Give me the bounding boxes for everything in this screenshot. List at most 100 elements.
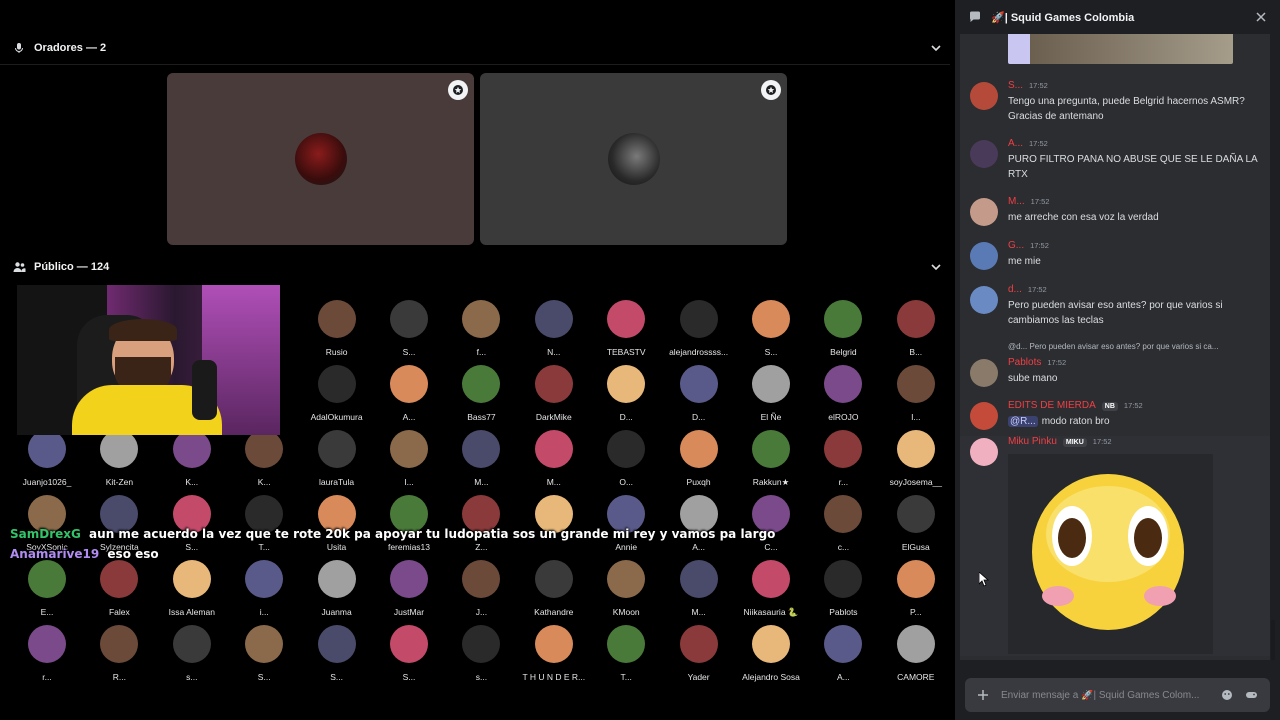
- audience-member[interactable]: KMoon: [590, 560, 662, 625]
- plus-icon[interactable]: [977, 689, 989, 701]
- chevron-down-icon[interactable]: [929, 260, 943, 274]
- audience-member[interactable]: R...: [83, 625, 155, 690]
- audience-member[interactable]: Rusio: [301, 300, 373, 365]
- audience-member[interactable]: f...: [445, 300, 517, 365]
- avatar: [679, 365, 718, 403]
- chat-message[interactable]: Miku Pinku MIKU 17:52: [960, 436, 1270, 656]
- chat-username[interactable]: d...: [1008, 284, 1022, 295]
- audience-member[interactable]: i...: [228, 560, 300, 625]
- audience-member[interactable]: M...: [518, 430, 590, 495]
- audience-member[interactable]: JustMar: [373, 560, 445, 625]
- chat-username[interactable]: Pablots: [1008, 357, 1041, 368]
- audience-member[interactable]: Falex: [83, 560, 155, 625]
- audience-member[interactable]: Juanjo1026_: [11, 430, 83, 495]
- audience-member[interactable]: M...: [663, 560, 735, 625]
- image-attachment[interactable]: [1008, 34, 1233, 64]
- avatar[interactable]: [970, 198, 998, 226]
- audience-member[interactable]: K...: [228, 430, 300, 495]
- chat-username[interactable]: M...: [1008, 196, 1025, 207]
- avatar[interactable]: [970, 402, 998, 430]
- avatar: [462, 365, 501, 403]
- audience-member[interactable]: E...: [11, 560, 83, 625]
- avatar[interactable]: [970, 140, 998, 168]
- audience-member[interactable]: D...: [590, 365, 662, 430]
- avatar[interactable]: [970, 82, 998, 110]
- audience-member[interactable]: I...: [880, 365, 952, 430]
- audience-member-name: S...: [402, 672, 416, 682]
- avatar[interactable]: [970, 438, 998, 466]
- audience-member[interactable]: P...: [880, 560, 952, 625]
- audience-member[interactable]: A...: [373, 365, 445, 430]
- audience-member[interactable]: Rakkun★: [735, 430, 807, 495]
- audience-member[interactable]: B...: [880, 300, 952, 365]
- audience-member[interactable]: alejandrossss...: [663, 300, 735, 365]
- audience-member[interactable]: M...: [445, 430, 517, 495]
- audience-member[interactable]: El Ñe: [735, 365, 807, 430]
- audience-member[interactable]: s...: [156, 625, 228, 690]
- chat-messages[interactable]: S... 17:52 Tengo una pregunta, puede Belgr…: [960, 34, 1270, 660]
- audience-member[interactable]: T...: [590, 625, 662, 690]
- audience-member[interactable]: r...: [807, 430, 879, 495]
- user-mention[interactable]: @R...: [1008, 416, 1038, 427]
- chat-username[interactable]: A...: [1008, 138, 1023, 149]
- audience-member[interactable]: D...: [663, 365, 735, 430]
- audience-member[interactable]: TEBASTV: [590, 300, 662, 365]
- audience-member[interactable]: Niikasauria 🐍: [735, 560, 807, 625]
- chat-timestamp: 17:52: [1029, 81, 1048, 90]
- audience-member[interactable]: O...: [590, 430, 662, 495]
- audience-member[interactable]: Pablots: [807, 560, 879, 625]
- avatar[interactable]: [970, 242, 998, 270]
- audience-member[interactable]: s...: [445, 625, 517, 690]
- audience-member[interactable]: I...: [373, 430, 445, 495]
- chat-username[interactable]: Miku Pinku: [1008, 436, 1057, 447]
- audience-member[interactable]: S...: [228, 625, 300, 690]
- chat-username[interactable]: EDITS DE MIERDA: [1008, 400, 1096, 411]
- audience-member[interactable]: S...: [373, 300, 445, 365]
- speaker-tile-2[interactable]: [480, 73, 787, 245]
- audience-member[interactable]: c...: [807, 495, 879, 560]
- audience-member[interactable]: S...: [301, 625, 373, 690]
- chat-username[interactable]: G...: [1008, 240, 1024, 251]
- audience-member[interactable]: Issa Aleman: [156, 560, 228, 625]
- audience-member-name: lauraTula: [319, 477, 355, 487]
- chat-scrollbar[interactable]: [1271, 620, 1275, 660]
- chevron-down-icon[interactable]: [929, 41, 943, 55]
- close-icon[interactable]: [1256, 12, 1266, 22]
- audience-member[interactable]: A...: [807, 625, 879, 690]
- audience-member[interactable]: CAMORE: [880, 625, 952, 690]
- audience-member[interactable]: Bass77: [445, 365, 517, 430]
- audience-member[interactable]: N...: [518, 300, 590, 365]
- audience-member[interactable]: K...: [156, 430, 228, 495]
- audience-member[interactable]: ElGusa: [880, 495, 952, 560]
- audience-member[interactable]: DarkMike: [518, 365, 590, 430]
- audience-member[interactable]: Puxqh: [663, 430, 735, 495]
- audience-member[interactable]: T H U N D E R...: [518, 625, 590, 690]
- avatar[interactable]: [970, 286, 998, 314]
- gamepad-icon[interactable]: [1245, 689, 1258, 701]
- audience-member[interactable]: Yader: [663, 625, 735, 690]
- reply-preview[interactable]: @d... Pero pueden avisar eso antes? por …: [1008, 342, 1248, 351]
- audience-member-name: M...: [474, 477, 489, 487]
- audience-member[interactable]: Kit-Zen: [83, 430, 155, 495]
- audience-member[interactable]: Kathandre: [518, 560, 590, 625]
- audience-member[interactable]: Juanma: [301, 560, 373, 625]
- audience-member-name: soyJosema__: [889, 477, 943, 487]
- audience-member[interactable]: lauraTula: [301, 430, 373, 495]
- speakers-header[interactable]: Oradores — 2: [0, 32, 955, 64]
- audience-header[interactable]: Público — 124: [0, 251, 955, 283]
- chat-username[interactable]: S...: [1008, 80, 1023, 91]
- audience-member[interactable]: S...: [373, 625, 445, 690]
- emoji-icon[interactable]: [1221, 689, 1233, 701]
- audience-member[interactable]: elROJO: [807, 365, 879, 430]
- audience-member[interactable]: Belgrid: [807, 300, 879, 365]
- audience-member[interactable]: r...: [11, 625, 83, 690]
- emoji-sticker-image[interactable]: [1008, 454, 1213, 654]
- avatar[interactable]: [970, 359, 998, 387]
- speaker-tile-1[interactable]: [167, 73, 474, 245]
- audience-member[interactable]: soyJosema__: [880, 430, 952, 495]
- audience-member[interactable]: AdalOkumura: [301, 365, 373, 430]
- audience-member[interactable]: Alejandro Sosa: [735, 625, 807, 690]
- message-input[interactable]: Enviar mensaje a 🚀| Squid Games Colom...: [965, 678, 1270, 712]
- audience-member[interactable]: J...: [445, 560, 517, 625]
- audience-member[interactable]: S...: [735, 300, 807, 365]
